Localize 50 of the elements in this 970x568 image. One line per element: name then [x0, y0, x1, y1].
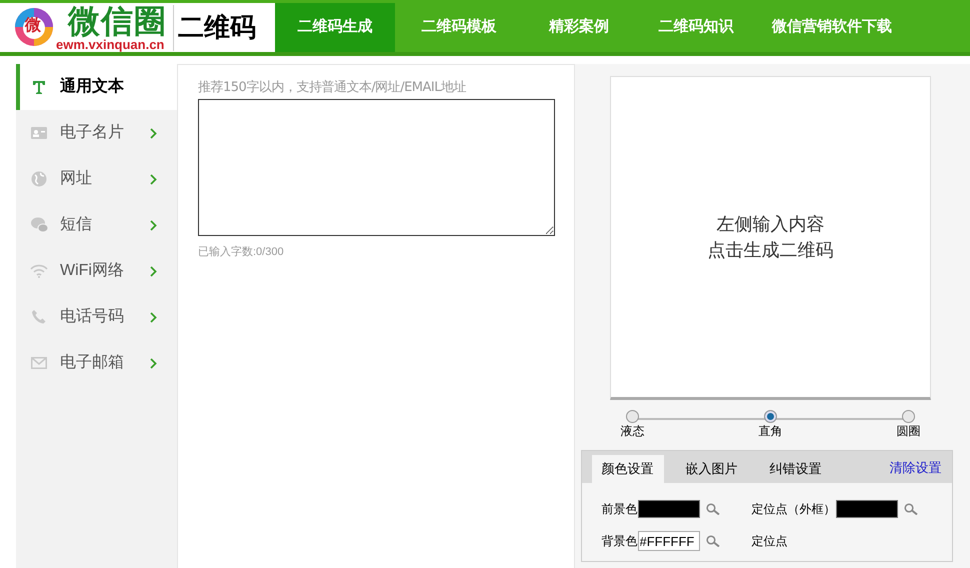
- sidebar-item[interactable]: 网址: [16, 156, 177, 202]
- search-icon[interactable]: [904, 503, 918, 515]
- color-swatch[interactable]: [638, 500, 700, 518]
- wifi-icon: [30, 264, 48, 278]
- chevron-right-icon: [150, 128, 157, 138]
- phone-icon: [30, 309, 48, 325]
- radio-label: 圆圈: [896, 423, 920, 439]
- field-label: 前景色: [602, 501, 638, 518]
- sidebar-item[interactable]: 短信: [16, 202, 177, 248]
- logo-icon: [12, 6, 56, 46]
- field-label: 定位点: [752, 533, 788, 550]
- id-card-icon: [30, 127, 48, 139]
- radio-label: 直角: [758, 423, 782, 439]
- globe-icon: [30, 171, 48, 187]
- nav-tab[interactable]: 二维码生成: [275, 3, 395, 52]
- envelope-icon: [30, 357, 48, 369]
- chevron-right-icon: [150, 266, 157, 276]
- radio-button[interactable]: [902, 410, 915, 423]
- section-title: 二维码: [178, 11, 256, 44]
- settings-tab[interactable]: 纠错设置: [760, 455, 832, 483]
- chevron-right-icon: [150, 220, 157, 230]
- field-label: 定位点（外框）: [752, 501, 836, 518]
- color-input-field[interactable]: #FFFFFF: [638, 531, 700, 551]
- chevron-right-icon: [150, 174, 157, 184]
- logo-title: 微信圈: [68, 4, 167, 38]
- radio-button[interactable]: [764, 410, 777, 423]
- radio-button[interactable]: [626, 410, 639, 423]
- sidebar-item[interactable]: 电子邮箱: [16, 340, 177, 386]
- sidebar-item[interactable]: 通用文本: [16, 64, 177, 110]
- chat-bubbles-icon: [30, 217, 48, 233]
- search-icon[interactable]: [706, 535, 720, 547]
- radio-label: 液态: [620, 423, 644, 439]
- preview-message: 左侧输入内容 点击生成二维码: [708, 213, 834, 262]
- logo-badge-text: 微: [25, 16, 41, 34]
- chevron-right-icon: [150, 312, 157, 322]
- chevron-right-icon: [150, 358, 157, 368]
- text-format-icon: [30, 79, 48, 95]
- color-swatch[interactable]: [836, 500, 898, 518]
- input-hint: 推荐150字以内，支持普通文本/网址/EMAIL地址: [198, 79, 467, 97]
- sidebar-item[interactable]: WiFi网络: [16, 248, 177, 294]
- search-icon[interactable]: [706, 503, 720, 515]
- sidebar-item[interactable]: 电子名片: [16, 110, 177, 156]
- field-label: 背景色: [602, 533, 638, 550]
- settings-tab[interactable]: 嵌入图片: [676, 455, 748, 483]
- logo-domain: ewm.vxinquan.cn: [56, 38, 166, 52]
- sidebar-item[interactable]: 电话号码: [16, 294, 177, 340]
- clear-settings-link[interactable]: 清除设置: [890, 458, 942, 477]
- settings-tab[interactable]: 颜色设置: [592, 455, 664, 483]
- text-input-field[interactable]: [198, 99, 555, 236]
- character-counter: 已输入字数:0/300: [198, 245, 285, 259]
